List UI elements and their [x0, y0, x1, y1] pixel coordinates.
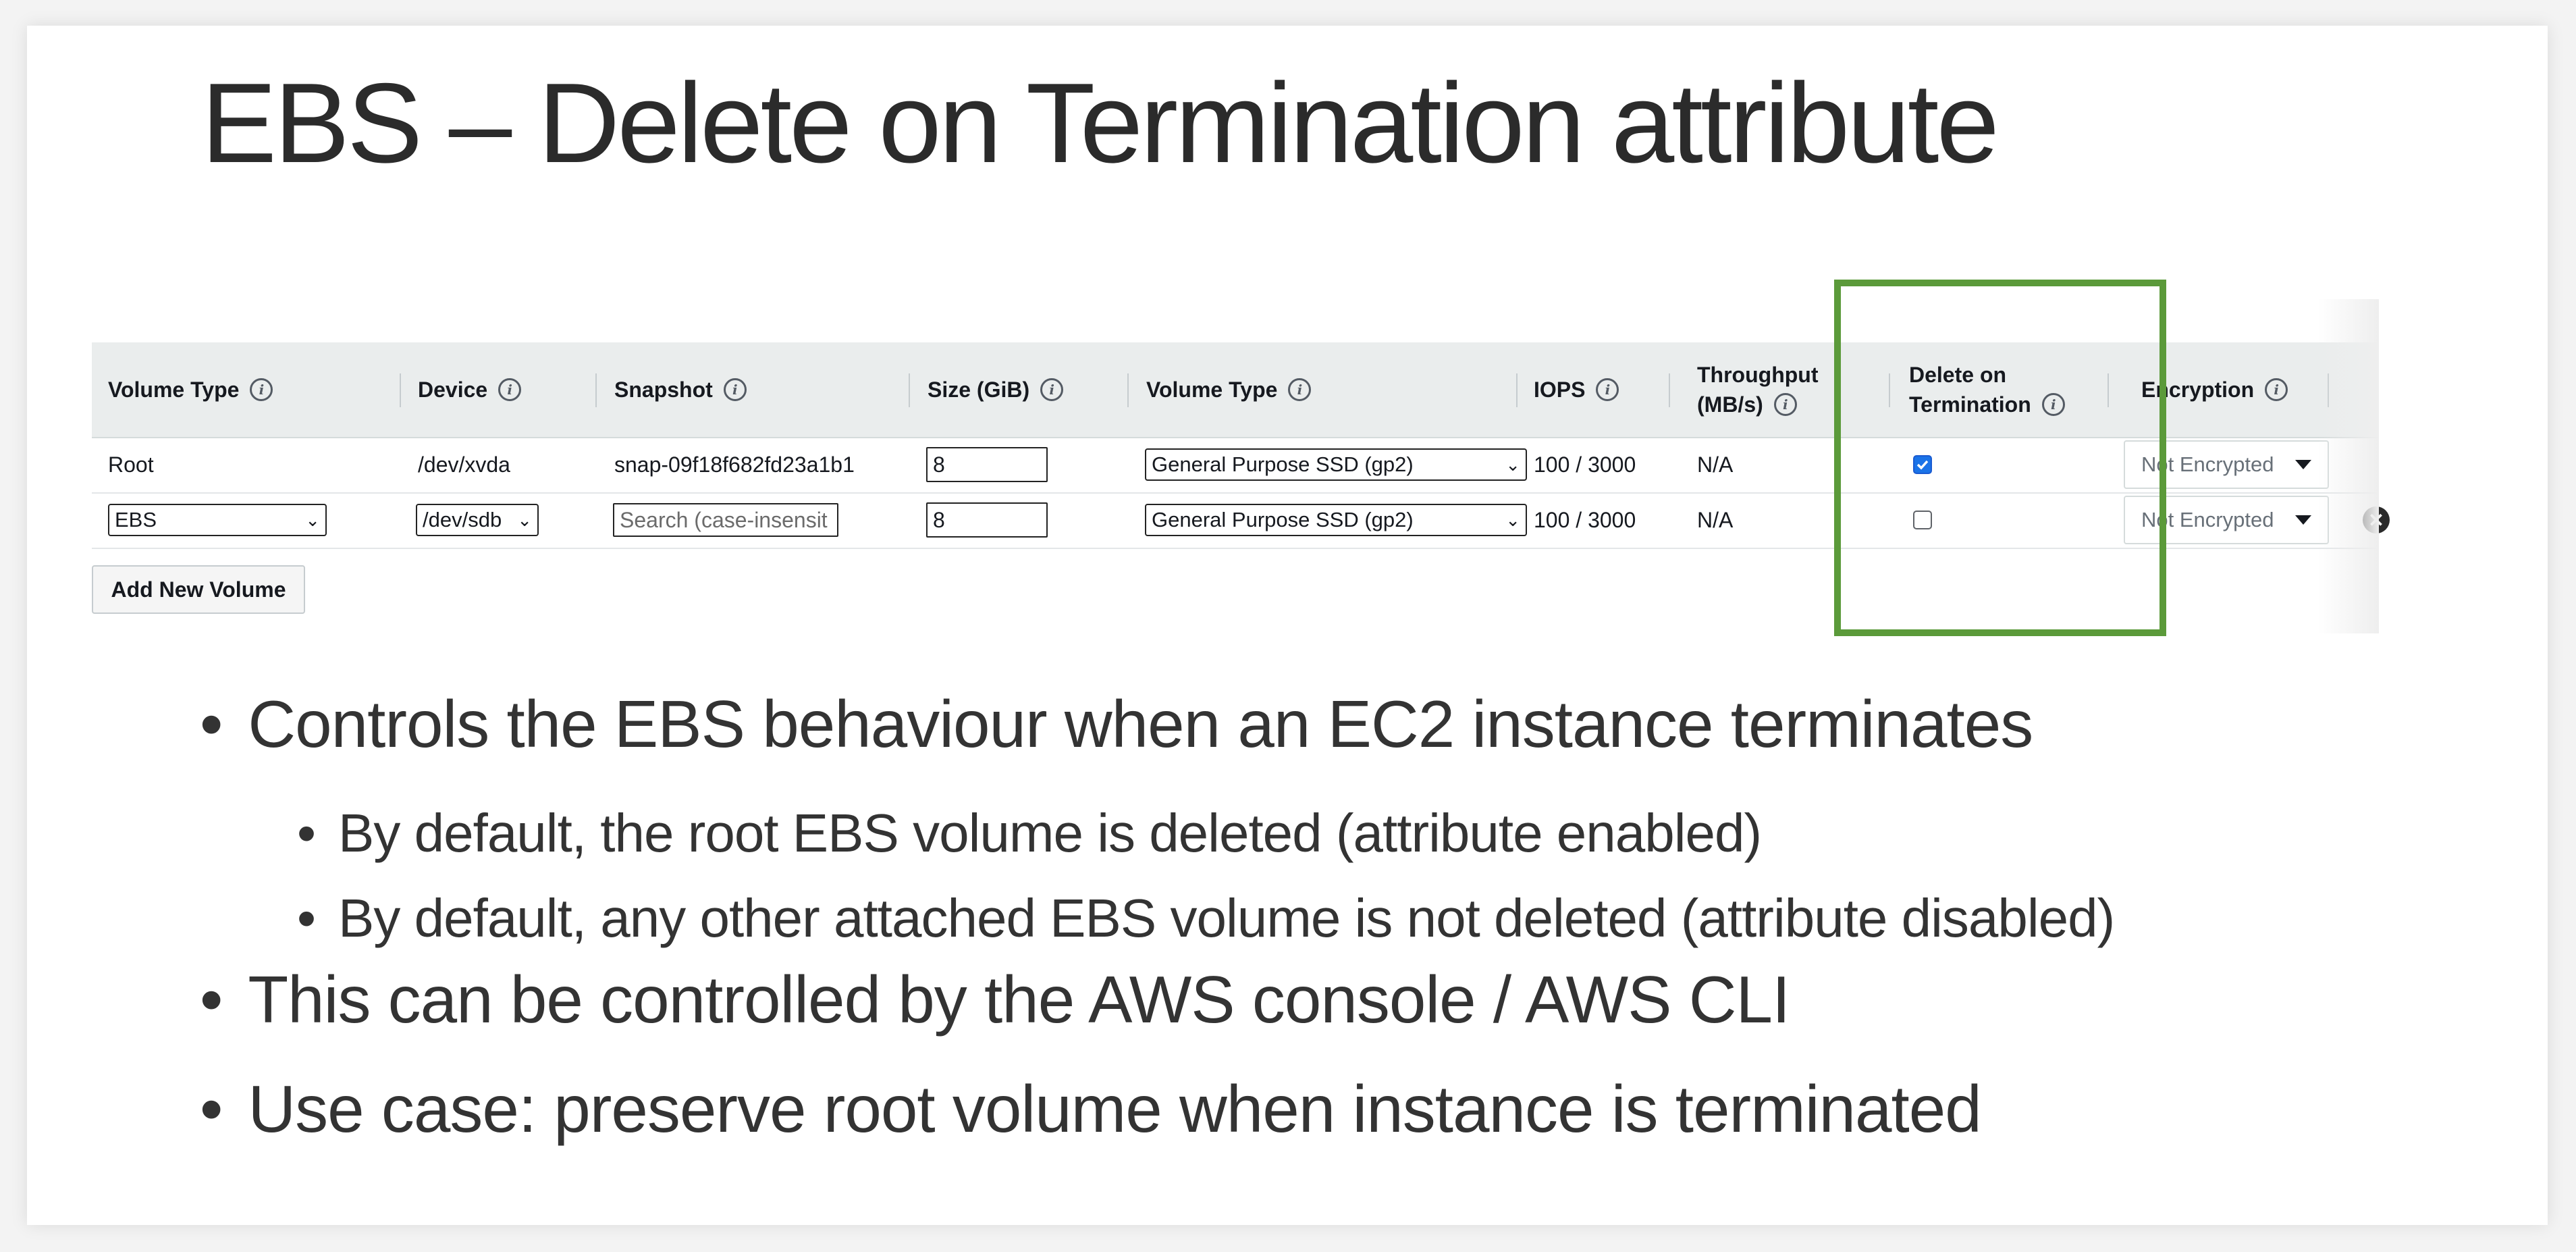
- bullet-list: • Controls the EBS behaviour when an EC2 …: [27, 26, 2548, 1225]
- bullet-item: • Use case: preserve root volume when ins…: [200, 1072, 1982, 1146]
- bullet-item: • This can be controlled by the AWS conso…: [200, 962, 1790, 1037]
- slide: EBS – Delete on Termination attribute Vo…: [27, 26, 2548, 1225]
- bullet-item: • Controls the EBS behaviour when an EC2 …: [200, 687, 2033, 761]
- sub-bullet-item: • By default, any other attached EBS volu…: [297, 888, 2115, 948]
- sub-bullet-item: • By default, the root EBS volume is dele…: [297, 803, 1762, 863]
